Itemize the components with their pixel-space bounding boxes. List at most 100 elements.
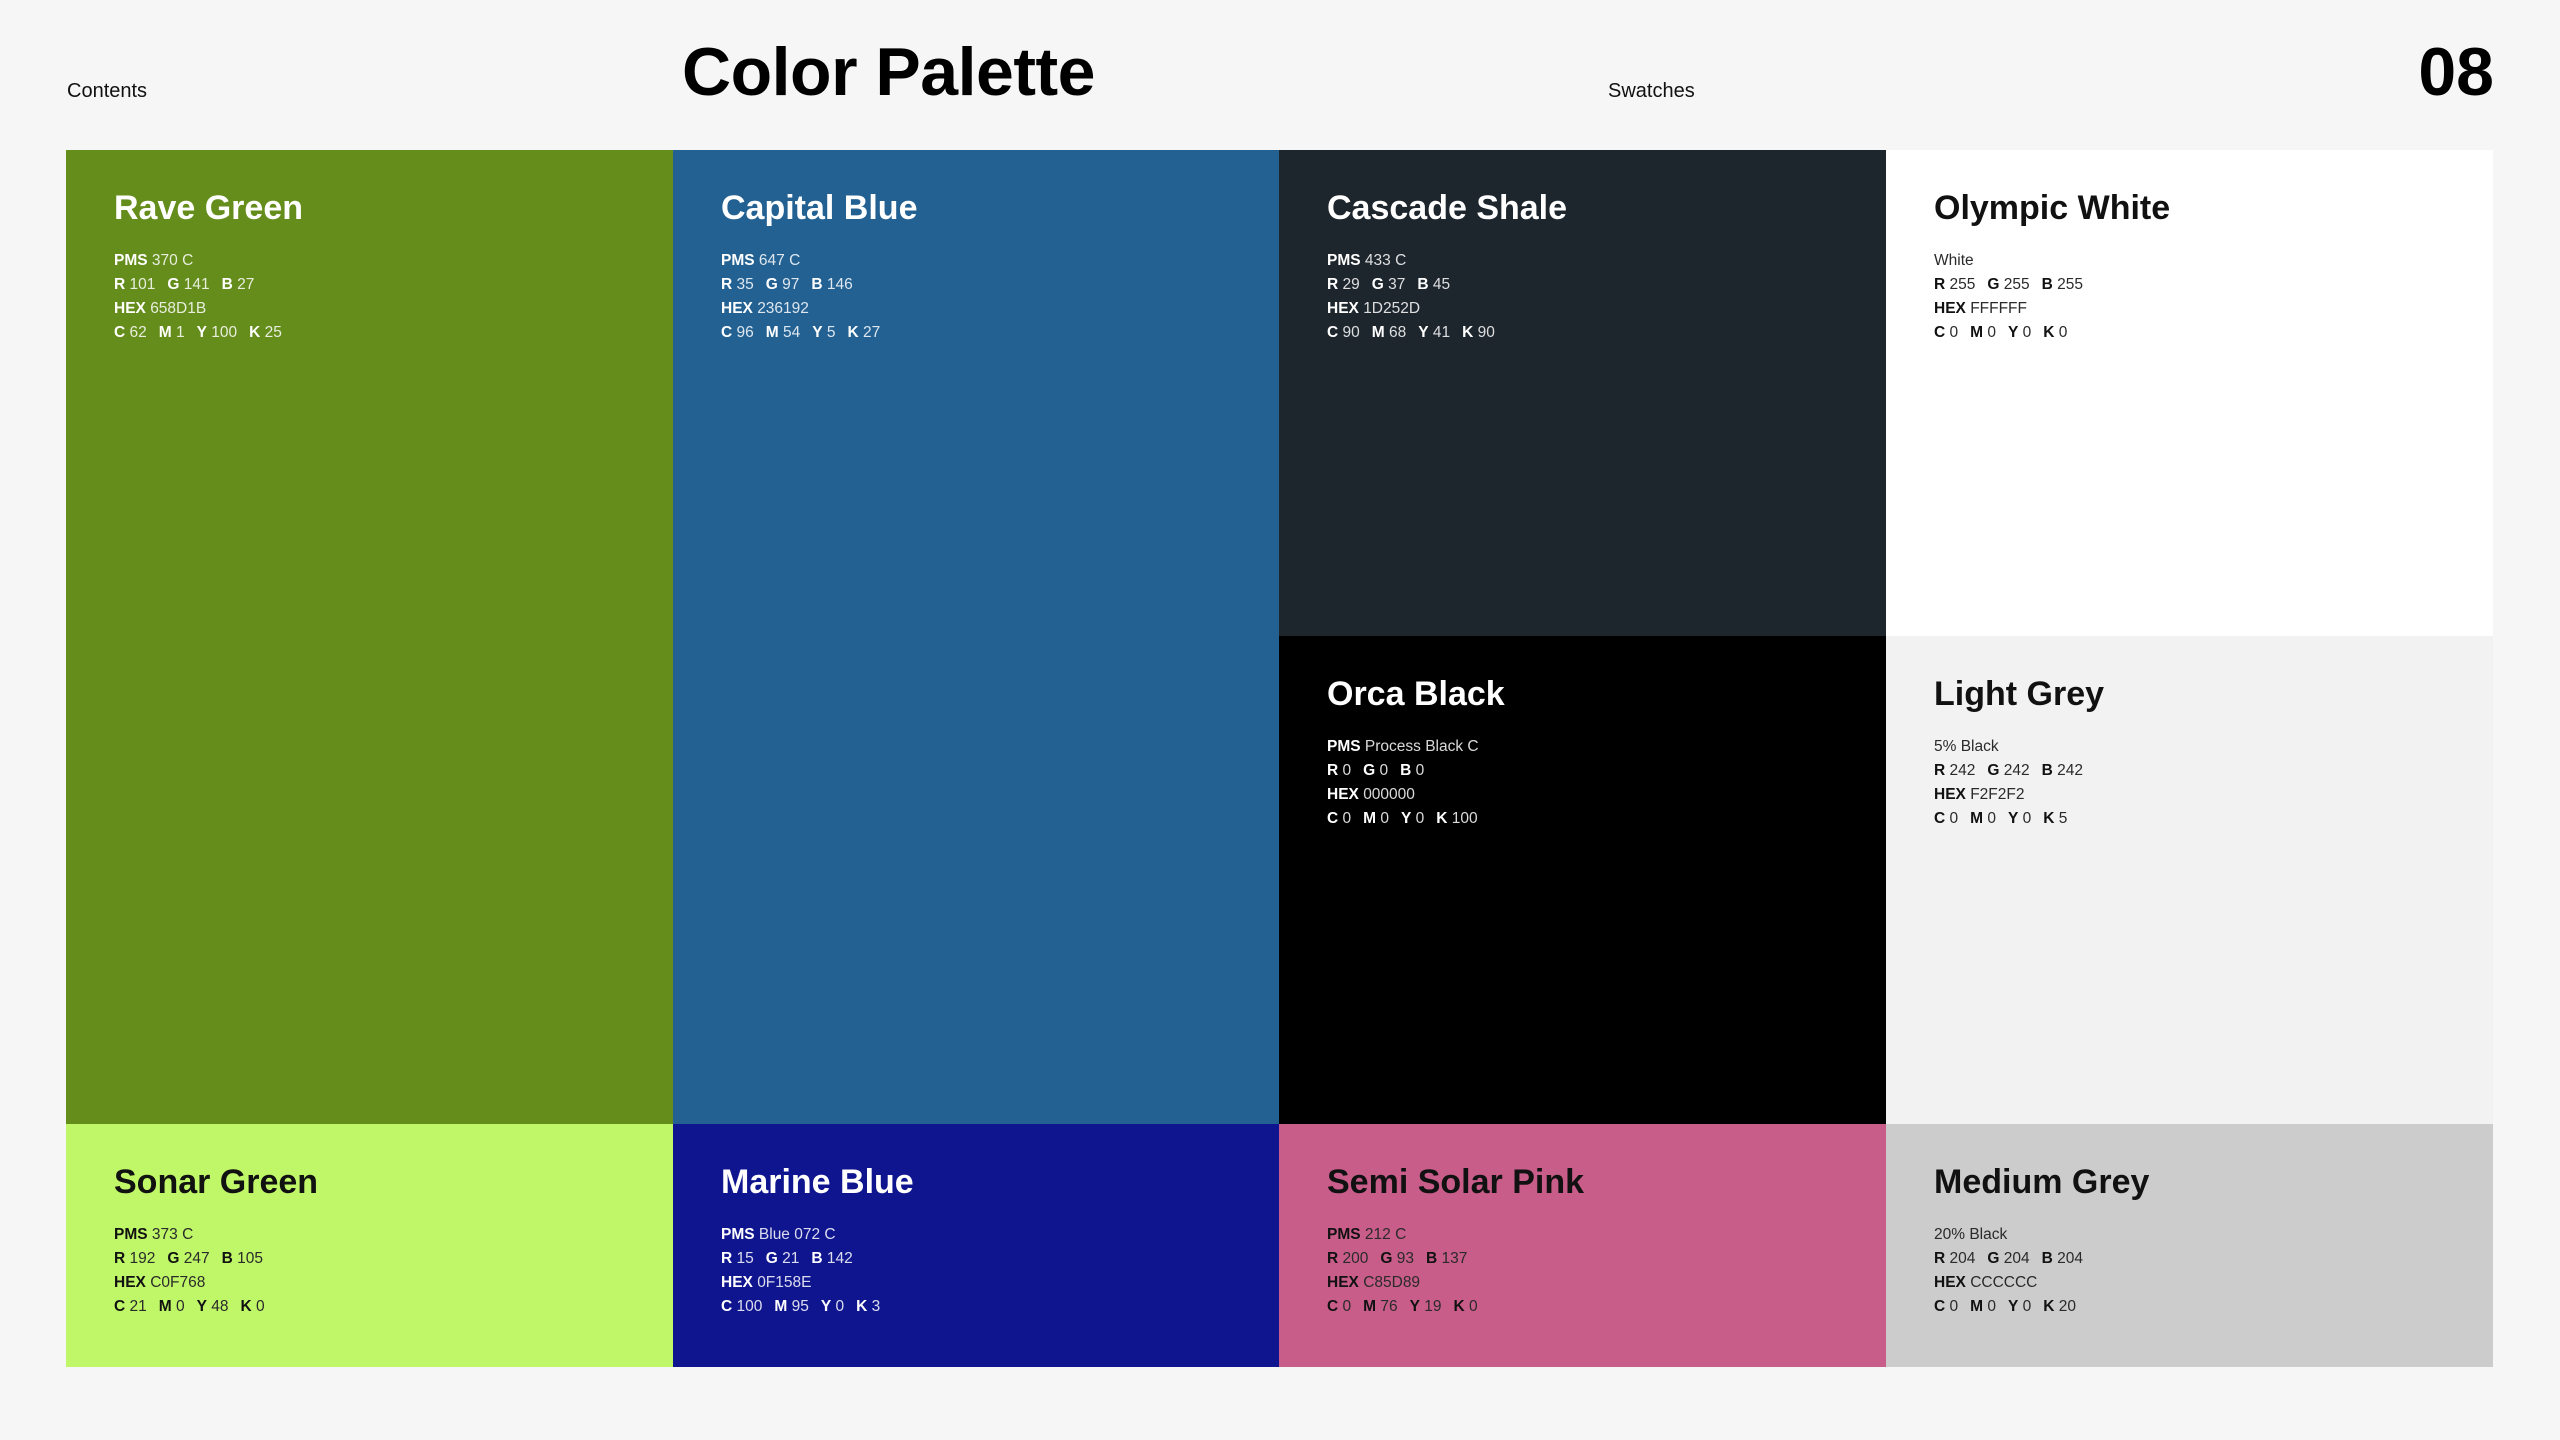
swatch-name: Sonar Green — [114, 1163, 319, 1201]
r-label: R — [1327, 761, 1339, 779]
swatch-specs: PMS 212 C R 200 G 93 B 137 HEX C85D89 C 0M… — [1327, 1223, 1838, 1319]
rgb-line: R 15 G 21 B 142 — [721, 1247, 1231, 1271]
hex-line: HEX 1D252D — [1327, 297, 1838, 321]
pms-line: PMS 647 C — [721, 249, 1231, 273]
page-number: 08 — [2418, 34, 2494, 110]
m-value: 54 — [783, 323, 801, 341]
swatch-name: Cascade Shale — [1327, 189, 1568, 227]
g-value: 204 — [2003, 1249, 2030, 1267]
cmyk-line: C 62 M 1Y 100 K 25 — [114, 321, 625, 345]
y-value: 0 — [835, 1297, 845, 1315]
b-value: 242 — [2057, 761, 2084, 779]
rgb-line: R 29 G 37 B 45 — [1327, 273, 1838, 297]
hex-line: HEX CCCCCC — [1934, 1271, 2445, 1295]
k-label: K — [1436, 809, 1448, 827]
r-value: 29 — [1342, 275, 1360, 293]
r-label: R — [1934, 275, 1946, 293]
y-value: 0 — [1415, 809, 1425, 827]
g-label: G — [765, 275, 778, 293]
cmyk-line: C 0M 76 Y 19 K 0 — [1327, 1295, 1838, 1319]
g-label: G — [1380, 1249, 1393, 1267]
g-label: G — [1987, 761, 2000, 779]
rgb-line: R 192 G 247 B 105 — [114, 1247, 625, 1271]
k-label: K — [249, 323, 261, 341]
y-label: Y — [812, 323, 823, 341]
tint-line: 20% Black — [1934, 1223, 2445, 1247]
k-label: K — [847, 323, 859, 341]
y-value: 0 — [2022, 323, 2032, 341]
tint-value: White — [1934, 251, 1974, 269]
cmyk-line: C 0M 0Y 0K 20 — [1934, 1295, 2445, 1319]
hex-label: HEX — [721, 299, 753, 317]
r-value: 242 — [1949, 761, 1976, 779]
g-value: 141 — [183, 275, 210, 293]
c-value: 96 — [736, 323, 754, 341]
swatch-name: Light Grey — [1934, 675, 2105, 713]
b-value: 0 — [1415, 761, 1425, 779]
hex-label: HEX — [1934, 299, 1966, 317]
k-value: 27 — [863, 323, 881, 341]
swatch-light-grey: Light Grey 5% Black R 242 G 242 B 242 HEX … — [1886, 636, 2493, 1124]
k-value: 25 — [264, 323, 282, 341]
r-value: 15 — [736, 1249, 754, 1267]
k-value: 5 — [2058, 809, 2068, 827]
c-value: 100 — [736, 1297, 763, 1315]
c-label: C — [1327, 1297, 1339, 1315]
r-label: R — [721, 1249, 733, 1267]
swatch-orca-black: Orca Black PMS Process Black C R 0G 0B 0… — [1279, 636, 1886, 1124]
swatch-name: Capital Blue — [721, 189, 918, 227]
m-value: 76 — [1380, 1297, 1398, 1315]
pms-label: PMS — [1327, 251, 1361, 269]
m-label: M — [1371, 323, 1385, 341]
g-label: G — [765, 1249, 778, 1267]
cmyk-line: C 21 M 0Y 48 K 0 — [114, 1295, 625, 1319]
pms-label: PMS — [721, 251, 755, 269]
g-value: 0 — [1379, 761, 1389, 779]
g-label: G — [1987, 1249, 2000, 1267]
y-value: 41 — [1432, 323, 1451, 341]
pms-line: PMS 373 C — [114, 1223, 625, 1247]
c-label: C — [1934, 323, 1946, 341]
hex-value: 000000 — [1363, 785, 1415, 803]
c-label: C — [1327, 809, 1339, 827]
y-label: Y — [2008, 809, 2019, 827]
cmyk-line: C 0M 0Y 0K 0 — [1934, 321, 2445, 345]
pms-value: 373 C — [151, 1225, 194, 1243]
hex-value: 1D252D — [1363, 299, 1421, 317]
r-value: 204 — [1949, 1249, 1976, 1267]
r-value: 255 — [1949, 275, 1976, 293]
k-label: K — [2043, 323, 2055, 341]
g-value: 97 — [782, 275, 800, 293]
pms-line: PMS 370 C — [114, 249, 625, 273]
cmyk-line: C 100 M 95 Y 0K 3 — [721, 1295, 1231, 1319]
r-label: R — [1327, 275, 1339, 293]
hex-value: F2F2F2 — [1970, 785, 2025, 803]
b-value: 204 — [2057, 1249, 2084, 1267]
r-label: R — [114, 275, 126, 293]
pms-line: PMS Blue 072 C — [721, 1223, 1231, 1247]
pms-value: Process Black C — [1364, 737, 1479, 755]
hex-value: 658D1B — [150, 299, 207, 317]
r-value: 101 — [129, 275, 156, 293]
swatch-name: Rave Green — [114, 189, 303, 227]
b-label: B — [811, 1249, 823, 1267]
swatch-specs: PMS 433 C R 29 G 37 B 45 HEX 1D252D C 90 M … — [1327, 249, 1838, 345]
g-value: 255 — [2003, 275, 2030, 293]
k-label: K — [2043, 809, 2055, 827]
swatch-semi-solar-pink: Semi Solar Pink PMS 212 C R 200 G 93 B 137… — [1279, 1124, 1886, 1367]
k-label: K — [1462, 323, 1474, 341]
pms-label: PMS — [1327, 1225, 1361, 1243]
y-label: Y — [196, 323, 207, 341]
c-label: C — [1934, 1297, 1946, 1315]
k-value: 0 — [256, 1297, 265, 1315]
rgb-line: R 35 G 97 B 146 — [721, 273, 1231, 297]
hex-value: C85D89 — [1363, 1273, 1421, 1291]
r-label: R — [1934, 1249, 1946, 1267]
pms-line: PMS 433 C — [1327, 249, 1838, 273]
k-label: K — [240, 1297, 252, 1315]
g-value: 37 — [1388, 275, 1406, 293]
k-label: K — [856, 1297, 868, 1315]
header-contents-label[interactable]: Contents — [67, 80, 147, 103]
tint-value: 5% Black — [1934, 737, 1999, 755]
g-label: G — [167, 1249, 180, 1267]
